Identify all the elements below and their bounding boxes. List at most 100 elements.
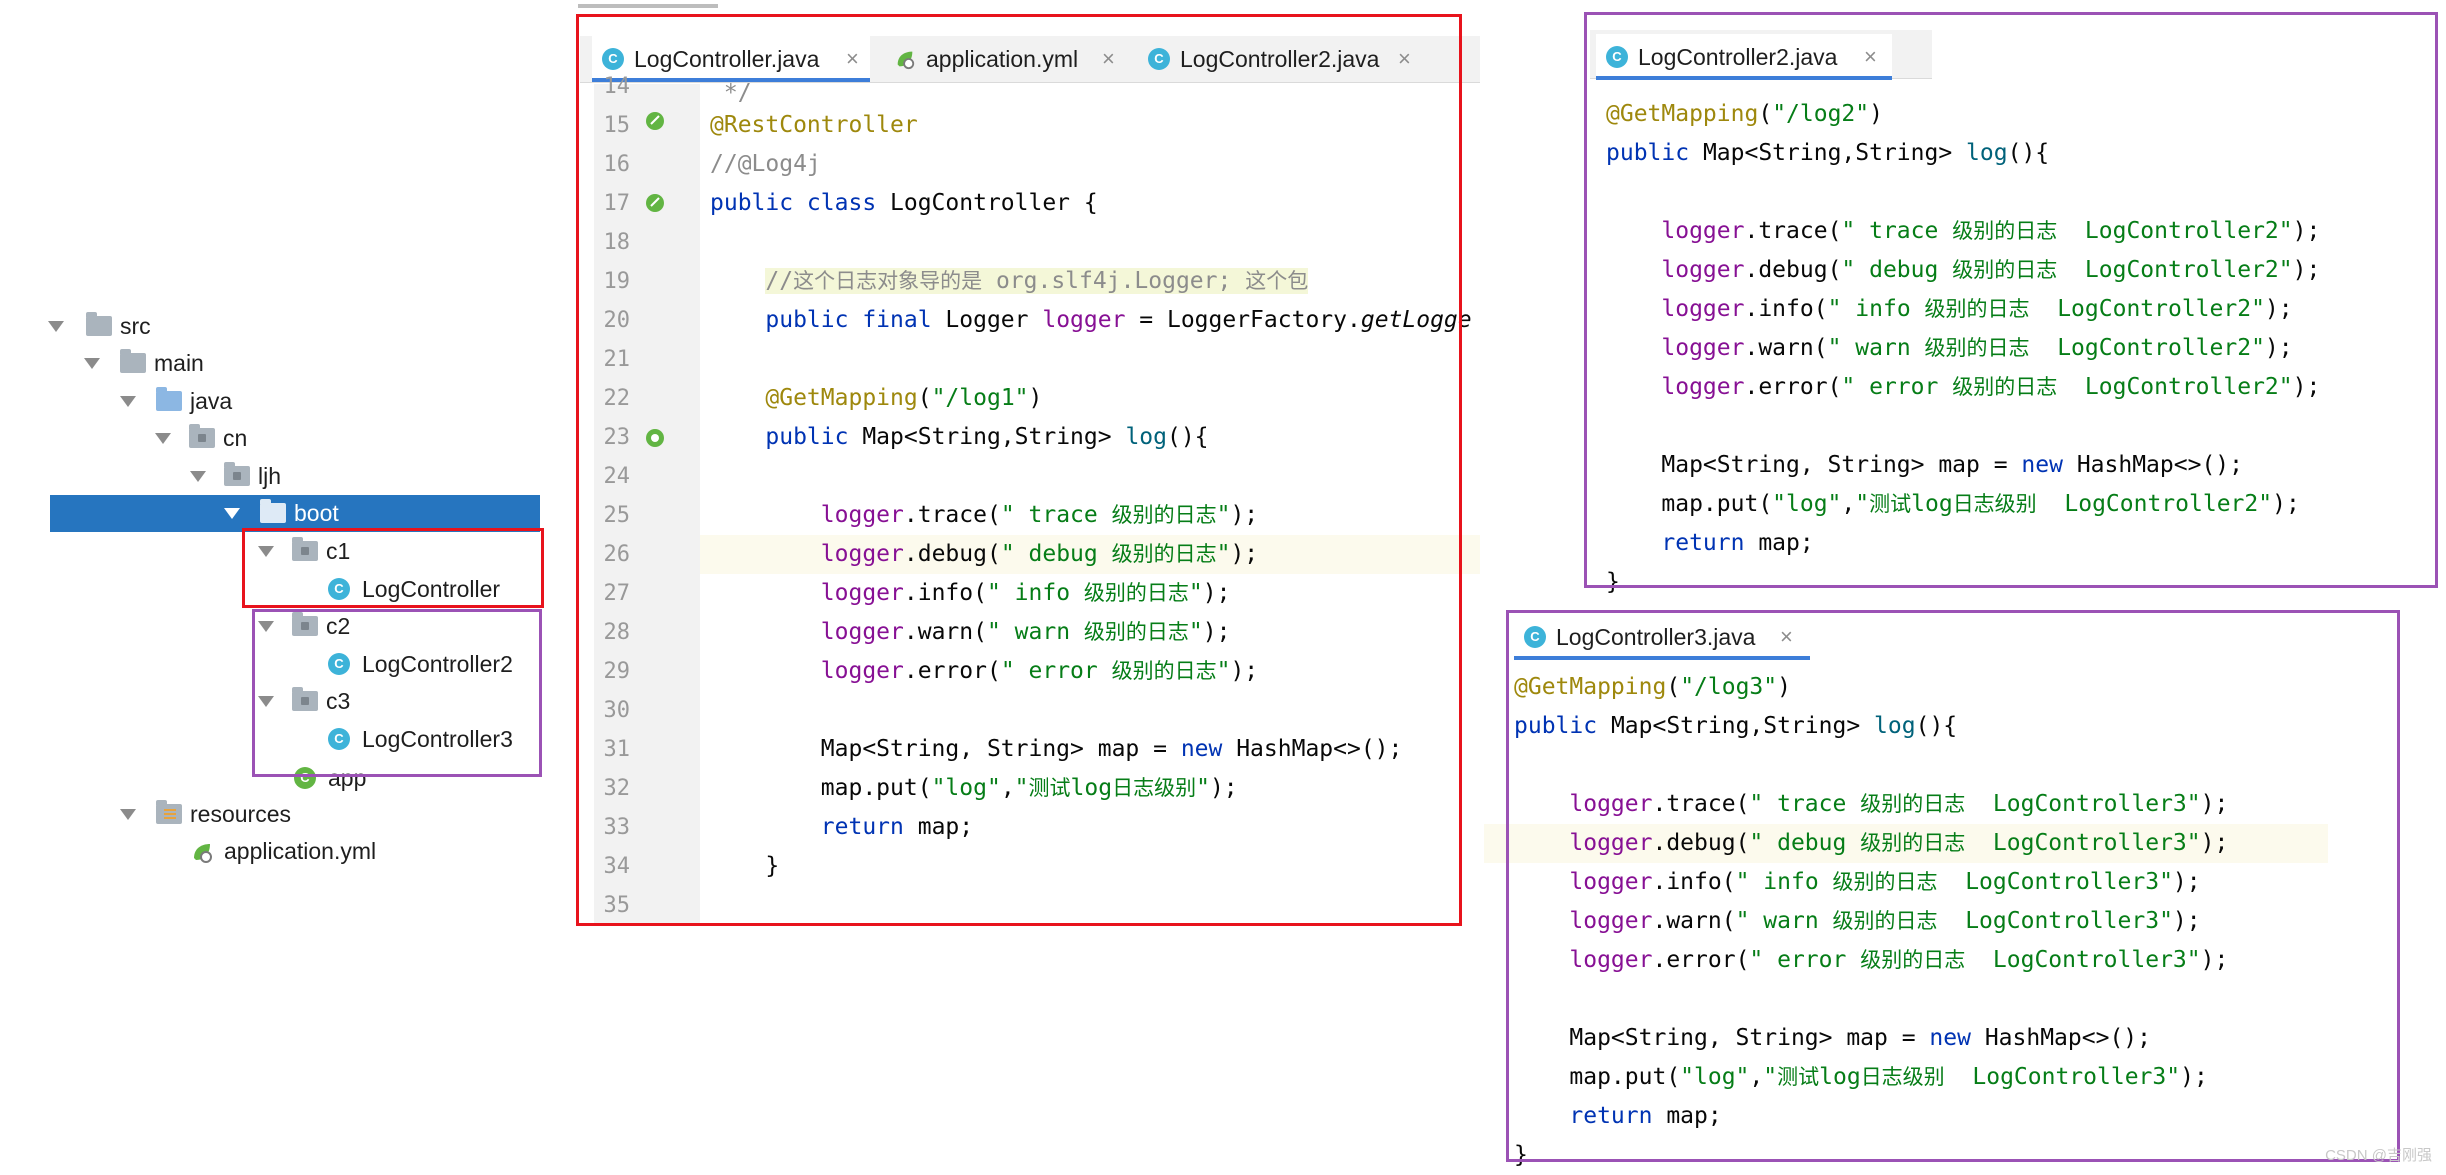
code-line-19[interactable]: //这个日志对象导的是 org.slf4j.Logger; 这个包 <box>710 262 1309 301</box>
line-number: 20 <box>603 308 631 333</box>
source-folder-icon <box>156 387 182 411</box>
resources-folder-icon <box>156 800 182 824</box>
code-line[interactable]: return map; <box>1606 524 1813 563</box>
watermark: CSDN @吉刚强 <box>2325 1147 2432 1164</box>
chevron-down-icon[interactable] <box>120 809 136 820</box>
package-icon <box>260 499 286 523</box>
cropped-breadcrumb <box>578 0 798 12</box>
yaml-config-icon <box>897 51 915 70</box>
code-line[interactable]: } <box>1514 1136 1528 1175</box>
chevron-down-icon[interactable] <box>258 621 274 632</box>
code-line-33[interactable]: return map; <box>710 808 973 847</box>
class-icon: C <box>1524 626 1546 648</box>
code-line-25[interactable]: logger.trace(" trace 级别的日志"); <box>710 496 1258 535</box>
code-line-26[interactable]: logger.debug(" debug 级别的日志"); <box>710 535 1258 574</box>
code-line[interactable]: Map<String, String> map = new HashMap<>(… <box>1514 1019 2151 1058</box>
line-number: 33 <box>603 815 631 840</box>
code-line-32[interactable]: map.put("log","测试log日志级别"); <box>710 769 1238 808</box>
line-number: 35 <box>603 893 631 918</box>
line-number: 17 <box>603 191 631 216</box>
line-number: 29 <box>603 659 631 684</box>
spring-bean-icon <box>646 112 664 130</box>
code-line[interactable]: logger.warn(" warn 级别的日志 LogController2"… <box>1606 329 2292 368</box>
chevron-down-icon[interactable] <box>155 433 171 444</box>
code-line-31[interactable]: Map<String, String> map = new HashMap<>(… <box>710 730 1403 769</box>
line-number: 24 <box>603 464 631 489</box>
code-line-20[interactable]: public final Logger logger = LoggerFacto… <box>710 301 1471 340</box>
code-line[interactable]: } <box>1606 563 1620 602</box>
code-line-17[interactable]: public class LogController { <box>710 184 1098 223</box>
class-icon: C <box>328 653 350 675</box>
code-line-27[interactable]: logger.info(" info 级别的日志"); <box>710 574 1231 613</box>
code-line[interactable]: @GetMapping("/log2") <box>1606 95 1883 134</box>
line-number: 34 <box>603 854 631 879</box>
folder-icon <box>86 312 112 336</box>
code-line-15[interactable]: @RestController <box>710 106 918 145</box>
code-line[interactable]: public Map<String,String> log(){ <box>1606 134 2049 173</box>
line-number: 25 <box>603 503 631 528</box>
code-line-28[interactable]: logger.warn(" warn 级别的日志"); <box>710 613 1231 652</box>
code-line[interactable]: map.put("log","测试log日志级别 LogController2"… <box>1606 485 2299 524</box>
line-number: 27 <box>603 581 631 606</box>
line-number: 30 <box>603 698 631 723</box>
code-line-16[interactable]: //@Log4j <box>710 145 821 184</box>
close-icon[interactable]: × <box>1398 36 1411 82</box>
close-icon[interactable]: × <box>1780 614 1793 660</box>
code-line-34[interactable]: } <box>710 847 779 886</box>
tab-logcontroller2-java[interactable]: C LogController2.java × <box>1138 36 1438 82</box>
class-icon: C <box>328 728 350 750</box>
code-line[interactable]: logger.warn(" warn 级别的日志 LogController3"… <box>1514 902 2200 941</box>
code-line[interactable]: public Map<String,String> log(){ <box>1514 707 1957 746</box>
line-number: 28 <box>603 620 631 645</box>
code-line[interactable]: Map<String, String> map = new HashMap<>(… <box>1606 446 2243 485</box>
spring-bean-icon <box>646 194 664 212</box>
line-number: 31 <box>603 737 631 762</box>
code-line[interactable]: return map; <box>1514 1097 1721 1136</box>
yaml-config-icon <box>194 844 212 863</box>
code-line[interactable]: @GetMapping("/log3") <box>1514 668 1791 707</box>
tab-application-yml[interactable]: application.yml × <box>884 36 1124 82</box>
line-number: 22 <box>603 386 631 411</box>
code-line[interactable]: logger.trace(" trace 级别的日志 LogController… <box>1606 212 2320 251</box>
chevron-down-icon[interactable] <box>84 358 100 369</box>
folder-icon <box>120 349 146 373</box>
line-number: 15 <box>603 113 631 138</box>
chevron-down-icon[interactable] <box>258 696 274 707</box>
line-number: 21 <box>603 347 631 372</box>
chevron-down-icon[interactable] <box>224 508 240 519</box>
code-line[interactable]: map.put("log","测试log日志级别 LogController3"… <box>1514 1058 2207 1097</box>
chevron-down-icon[interactable] <box>258 546 274 557</box>
code-line[interactable]: logger.error(" error 级别的日志 LogController… <box>1514 941 2228 980</box>
line-number: 26 <box>603 542 631 567</box>
code-line[interactable]: logger.debug(" debug 级别的日志 LogController… <box>1514 824 2228 863</box>
line-number: 23 <box>603 425 631 450</box>
package-icon <box>292 687 318 711</box>
code-line-29[interactable]: logger.error(" error 级别的日志"); <box>710 652 1258 691</box>
close-icon[interactable]: × <box>1864 34 1877 80</box>
code-line[interactable]: logger.info(" info 级别的日志 LogController2"… <box>1606 290 2292 329</box>
line-number: 14 <box>603 74 631 99</box>
tab-logcontroller2-java[interactable]: C LogController2.java × <box>1596 34 1892 80</box>
line-number: 18 <box>603 230 631 255</box>
package-icon <box>292 612 318 636</box>
close-icon[interactable]: × <box>1102 36 1115 82</box>
code-line[interactable]: logger.debug(" debug 级别的日志 LogController… <box>1606 251 2320 290</box>
line-number: 19 <box>603 269 631 294</box>
code-line[interactable]: logger.info(" info 级别的日志 LogController3"… <box>1514 863 2200 902</box>
package-icon <box>224 462 250 486</box>
chevron-down-icon[interactable] <box>120 396 136 407</box>
code-line[interactable]: logger.error(" error 级别的日志 LogController… <box>1606 368 2320 407</box>
package-icon <box>292 537 318 561</box>
chevron-down-icon[interactable] <box>190 471 206 482</box>
line-number: 32 <box>603 776 631 801</box>
request-mapping-icon <box>646 429 664 447</box>
tab-logcontroller3-java[interactable]: C LogController3.java × <box>1514 614 1810 660</box>
code-line[interactable]: logger.trace(" trace 级别的日志 LogController… <box>1514 785 2228 824</box>
line-number: 16 <box>603 152 631 177</box>
class-icon: C <box>1606 46 1628 68</box>
chevron-down-icon[interactable] <box>48 321 64 332</box>
close-icon[interactable]: × <box>846 36 859 82</box>
code-line-22[interactable]: @GetMapping("/log1") <box>710 379 1042 418</box>
code-line-23[interactable]: public Map<String,String> log(){ <box>710 418 1208 457</box>
spring-app-icon: C <box>294 767 316 789</box>
